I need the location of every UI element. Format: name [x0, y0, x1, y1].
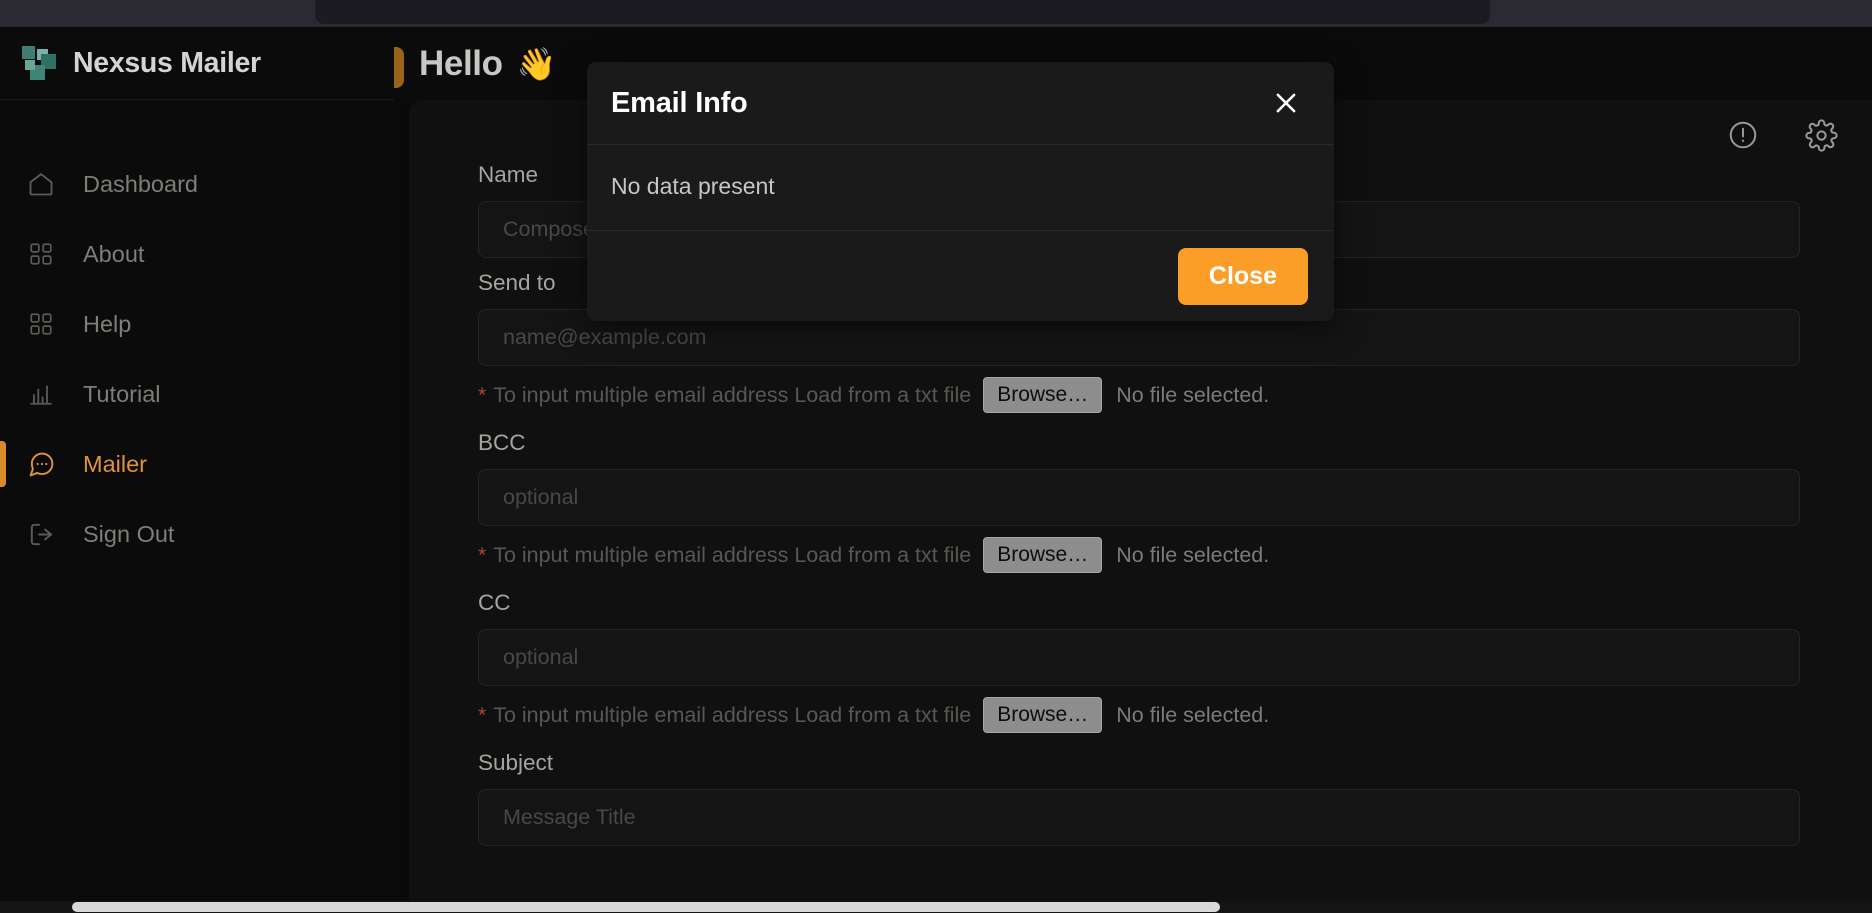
field-cc: CC * To input multiple email address Loa… — [478, 590, 1872, 738]
greeting-text: Hello — [419, 43, 503, 83]
sidebar: Nexsus Mailer Dashboard About Help Tutor… — [0, 27, 394, 913]
modal-body-text: No data present — [611, 173, 775, 199]
gear-icon[interactable] — [1804, 118, 1838, 152]
subject-input[interactable] — [478, 789, 1800, 846]
bcc-input[interactable] — [478, 469, 1800, 526]
modal-title: Email Info — [611, 86, 748, 119]
close-x-icon[interactable] — [1267, 84, 1305, 122]
hint-text: To input multiple email address Load fro… — [493, 542, 972, 567]
horizontal-scrollbar[interactable] — [0, 901, 1872, 913]
hint-text: To input multiple email address Load fro… — [493, 382, 972, 407]
browse-button-cc[interactable]: Browse… — [983, 697, 1103, 733]
sidebar-item-label: About — [83, 240, 145, 267]
sidebar-item-about[interactable]: About — [0, 219, 394, 289]
modal-close-button[interactable]: Close — [1177, 247, 1308, 305]
file-hint-row: * To input multiple email address Load f… — [478, 692, 1872, 738]
horizontal-scrollbar-thumb[interactable] — [72, 902, 1220, 912]
bar-chart-icon — [26, 379, 56, 409]
browse-button-send-to[interactable]: Browse… — [983, 377, 1103, 413]
browser-chrome-strip — [0, 0, 1872, 27]
file-hint-row: * To input multiple email address Load f… — [478, 372, 1872, 418]
field-subject: Subject — [478, 750, 1872, 846]
sidebar-item-dashboard[interactable]: Dashboard — [0, 149, 394, 219]
cc-input[interactable] — [478, 629, 1800, 686]
sidebar-item-label: Dashboard — [83, 170, 198, 197]
sidebar-item-sign-out[interactable]: Sign Out — [0, 499, 394, 569]
browse-button-bcc[interactable]: Browse… — [983, 537, 1103, 573]
sidebar-item-tutorial[interactable]: Tutorial — [0, 359, 394, 429]
required-marker: * — [478, 383, 487, 407]
alert-circle-icon[interactable] — [1726, 118, 1760, 152]
grid-icon — [26, 239, 56, 269]
sidebar-item-mailer[interactable]: Mailer — [0, 429, 394, 499]
modal-footer: Close — [587, 231, 1334, 321]
field-label: Subject — [478, 750, 554, 775]
hint-text: To input multiple email address Load fro… — [493, 702, 972, 727]
chat-bubble-icon — [26, 449, 56, 479]
field-bcc: BCC * To input multiple email address Lo… — [478, 430, 1872, 578]
sidebar-item-help[interactable]: Help — [0, 289, 394, 359]
sidebar-item-label: Mailer — [83, 450, 147, 477]
modal-header: Email Info — [587, 62, 1334, 145]
email-info-modal: Email Info No data present Close — [587, 62, 1334, 321]
sidebar-item-label: Sign Out — [83, 520, 175, 547]
sidebar-item-label: Tutorial — [83, 380, 161, 407]
brand-name: Nexsus Mailer — [73, 46, 261, 79]
field-label: CC — [478, 590, 511, 615]
app-root: Nexsus Mailer Dashboard About Help Tutor… — [0, 0, 1872, 913]
no-file-label: No file selected. — [1116, 542, 1270, 567]
logout-icon — [26, 519, 56, 549]
required-marker: * — [478, 703, 487, 727]
file-hint-row: * To input multiple email address Load f… — [478, 532, 1872, 578]
page-title: Hello 👋 — [419, 44, 556, 84]
sidebar-nav: Dashboard About Help Tutorial Mailer Sig… — [0, 100, 394, 569]
squares-logo-icon — [22, 46, 56, 80]
sidebar-item-label: Help — [83, 310, 132, 337]
browser-tab-strip[interactable] — [315, 0, 1490, 24]
home-icon — [26, 169, 56, 199]
no-file-label: No file selected. — [1116, 702, 1270, 727]
grid-icon — [26, 309, 56, 339]
panel-toolbar — [1726, 118, 1838, 152]
field-label: BCC — [478, 430, 526, 455]
required-marker: * — [478, 543, 487, 567]
brand: Nexsus Mailer — [0, 27, 394, 100]
waving-hand-icon: 👋 — [516, 45, 557, 82]
no-file-label: No file selected. — [1116, 382, 1270, 407]
modal-body: No data present — [587, 145, 1334, 231]
